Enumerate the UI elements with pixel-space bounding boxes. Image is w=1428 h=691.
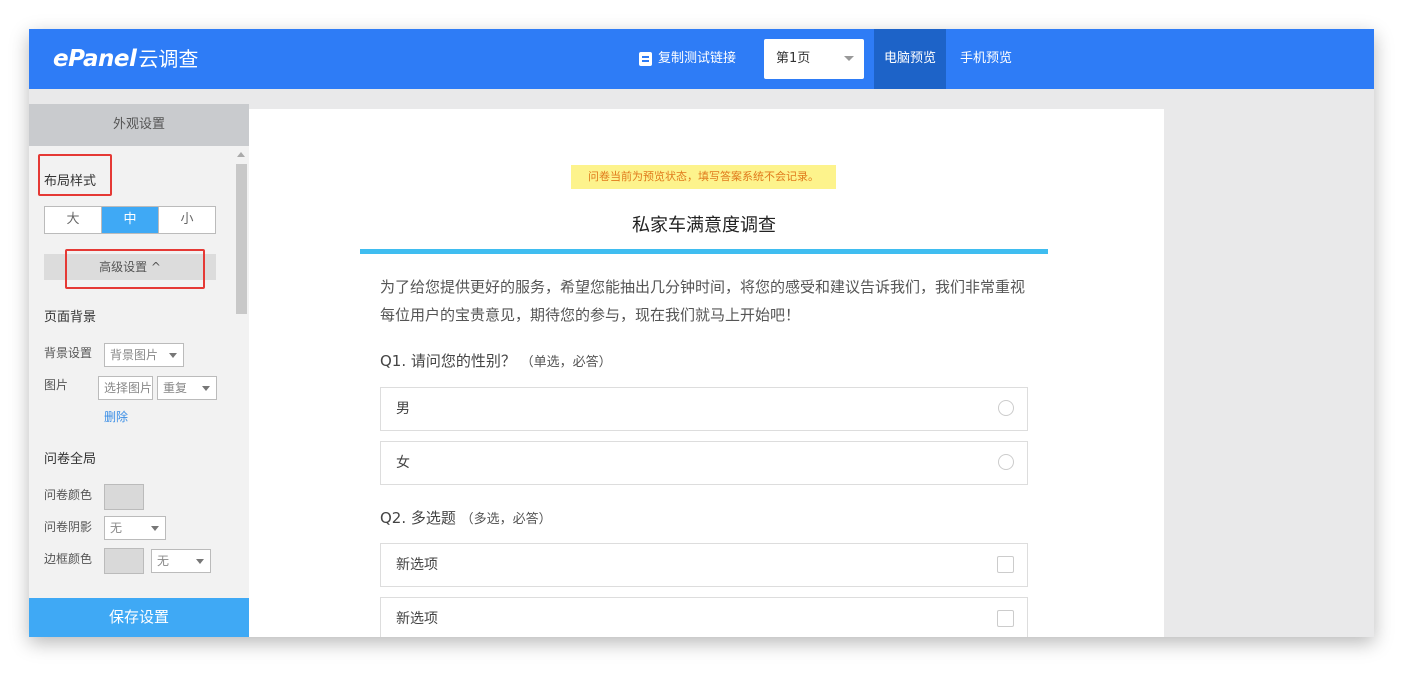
choose-image-button[interactable]: 选择图片 — [98, 376, 153, 400]
survey-intro: 为了给您提供更好的服务，希望您能抽出几分钟时间，将您的感受和建议告诉我们，我们非… — [380, 278, 1026, 324]
tab-desktop-preview-label: 电脑预览 — [884, 51, 937, 66]
logo: ePanel 云调查 — [53, 43, 198, 75]
logo-brand: ePanel — [53, 46, 137, 72]
option-label: 男 — [396, 401, 410, 417]
top-bar: ePanel 云调查 复制测试链接 第1页 电脑预览 手机预览 — [29, 29, 1374, 89]
chevron-down-icon — [169, 353, 177, 358]
option-label: 女 — [396, 455, 410, 471]
preview-area: 问卷当前为预览状态，填写答案系统不会记录。 私家车满意度调查 为了给您提供更好的… — [249, 89, 1374, 637]
scroll-up-icon[interactable] — [237, 152, 245, 157]
question-2-title: Q2. 多选题 （多选，必答） — [380, 507, 552, 528]
checkbox-icon[interactable] — [997, 610, 1014, 627]
size-small-button[interactable]: 小 — [159, 207, 215, 233]
chevron-down-icon — [196, 559, 204, 564]
survey-shadow-label: 问卷阴影 — [44, 520, 93, 534]
scroll-thumb[interactable] — [236, 164, 247, 314]
question-2-hint: （多选，必答） — [460, 512, 552, 527]
question-2-label: Q2. 多选题 — [380, 509, 456, 527]
border-style-select[interactable]: 无 — [151, 549, 211, 573]
highlight-box — [38, 154, 112, 196]
title-divider — [360, 249, 1048, 254]
copy-test-link-button[interactable]: 复制测试链接 — [639, 29, 736, 89]
option-label: 新选项 — [396, 611, 438, 627]
size-toggle-group: 大 中 小 — [44, 206, 216, 234]
radio-icon[interactable] — [998, 400, 1014, 416]
size-medium-button[interactable]: 中 — [102, 207, 159, 233]
chevron-down-icon — [202, 386, 210, 391]
bg-setting-select[interactable]: 背景图片 — [104, 343, 184, 367]
border-color-picker[interactable] — [104, 548, 144, 574]
chevron-down-icon — [844, 56, 854, 61]
logo-sub: 云调查 — [138, 47, 199, 71]
settings-sidebar: 外观设置 布局样式 大 中 小 高级设置 ^ 页面背景 背景设置 背景图片 图片… — [29, 104, 249, 637]
save-settings-button[interactable]: 保存设置 — [29, 598, 249, 637]
delete-image-link[interactable]: 删除 — [104, 408, 128, 425]
repeat-select[interactable]: 重复 — [157, 376, 217, 400]
checkbox-option[interactable]: 新选项 — [380, 543, 1028, 587]
question-1-hint: （单选，必答） — [520, 355, 612, 370]
tab-desktop-preview[interactable]: 电脑预览 — [874, 29, 947, 89]
copy-icon — [639, 52, 652, 66]
bg-setting-label: 背景设置 — [44, 346, 93, 360]
question-1-label: Q1. 请问您的性别？ — [380, 352, 516, 370]
survey-color-label: 问卷颜色 — [44, 488, 93, 502]
tab-mobile-preview[interactable]: 手机预览 — [950, 29, 1022, 89]
radio-option[interactable]: 男 — [380, 387, 1028, 431]
border-color-label: 边框颜色 — [44, 552, 93, 566]
choose-image-label: 选择图片 — [104, 381, 153, 395]
radio-option[interactable]: 女 — [380, 441, 1028, 485]
global-section-title: 问卷全局 — [44, 452, 97, 467]
survey-color-picker[interactable] — [104, 484, 144, 510]
page-select[interactable]: 第1页 — [764, 39, 864, 79]
page-bg-section-title: 页面背景 — [44, 310, 97, 325]
border-style-value: 无 — [157, 554, 170, 568]
image-label: 图片 — [44, 378, 69, 392]
survey-title: 私家车满意度调查 — [632, 215, 776, 236]
size-large-button[interactable]: 大 — [45, 207, 102, 233]
checkbox-option[interactable]: 新选项 — [380, 597, 1028, 637]
copy-test-link-label: 复制测试链接 — [658, 51, 737, 66]
bg-setting-value: 背景图片 — [110, 348, 159, 362]
chevron-down-icon — [151, 526, 159, 531]
preview-notice: 问卷当前为预览状态，填写答案系统不会记录。 — [571, 165, 836, 189]
survey-shadow-value: 无 — [110, 521, 123, 535]
page-select-value: 第1页 — [776, 51, 811, 66]
sidebar-header: 外观设置 — [29, 104, 249, 146]
tab-mobile-preview-label: 手机预览 — [960, 51, 1013, 66]
checkbox-icon[interactable] — [997, 556, 1014, 573]
app-window: ePanel 云调查 复制测试链接 第1页 电脑预览 手机预览 外观设置 布局样式… — [29, 29, 1374, 637]
sidebar-scrollbar[interactable] — [233, 146, 249, 596]
survey-shadow-select[interactable]: 无 — [104, 516, 166, 540]
survey-paper: 问卷当前为预览状态，填写答案系统不会记录。 私家车满意度调查 为了给您提供更好的… — [249, 109, 1164, 637]
option-label: 新选项 — [396, 557, 438, 573]
highlight-box — [65, 249, 205, 289]
repeat-value: 重复 — [163, 381, 188, 395]
question-1-title: Q1. 请问您的性别？ （单选，必答） — [380, 350, 612, 371]
radio-icon[interactable] — [998, 454, 1014, 470]
